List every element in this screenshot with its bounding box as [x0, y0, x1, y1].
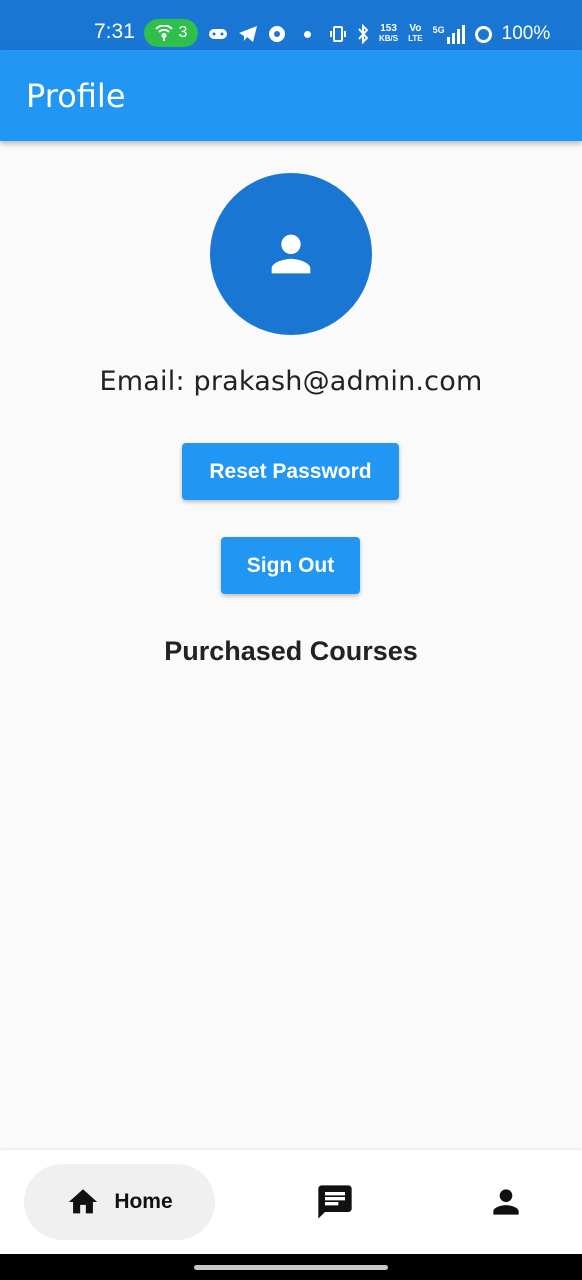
nav-item-home[interactable]: Home — [24, 1164, 215, 1240]
sign-out-button[interactable]: Sign Out — [221, 537, 360, 594]
battery-icon — [474, 25, 492, 43]
telegram-icon — [239, 26, 257, 42]
status-icons: 153 KB/S Vo LTE 5G 100% — [208, 20, 550, 48]
nav-item-chat[interactable] — [314, 1182, 356, 1222]
vibrate-icon — [330, 26, 346, 42]
gesture-handle[interactable] — [194, 1265, 388, 1270]
purchased-courses-title: Purchased Courses — [164, 636, 418, 666]
hotspot-count: 3 — [178, 24, 188, 41]
person-icon — [271, 234, 311, 274]
app-bar: Profile — [0, 50, 582, 141]
gamepad-icon — [209, 29, 227, 39]
hotspot-pill: 3 — [144, 19, 198, 47]
browser-icon — [269, 26, 285, 42]
bottom-nav: Home — [0, 1150, 582, 1254]
chat-icon — [318, 1185, 352, 1219]
nav-item-profile[interactable] — [486, 1182, 526, 1222]
status-bar: 7:31 3 153 KB/S Vo LTE 5G 100% — [0, 0, 582, 50]
home-icon — [69, 1189, 98, 1214]
email-label: Email: prakash@admin.com — [99, 366, 483, 397]
person-icon — [493, 1189, 519, 1215]
gesture-bar — [0, 1254, 582, 1280]
net-speed: 153 KB/S — [379, 23, 399, 44]
notification-dot-icon — [304, 30, 311, 38]
battery-percent: 100% — [501, 23, 551, 44]
network-type: 5G — [432, 24, 445, 35]
signal-icon: 5G — [432, 24, 465, 44]
bluetooth-icon — [358, 24, 369, 44]
page-title: Profile — [26, 76, 126, 115]
volte-indicator: Vo LTE — [408, 23, 423, 44]
nav-item-home-label: Home — [114, 1190, 173, 1213]
status-time: 7:31 — [94, 20, 135, 43]
hotspot-icon — [154, 25, 173, 41]
reset-password-button[interactable]: Reset Password — [182, 443, 399, 500]
avatar — [210, 173, 372, 335]
